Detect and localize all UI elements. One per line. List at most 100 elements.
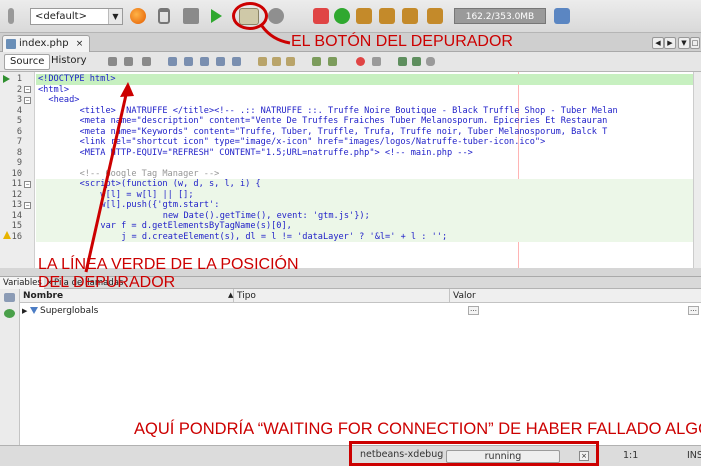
code-line[interactable]: <!-- Google Tag Manager --> xyxy=(36,169,693,180)
stop-macro-icon[interactable] xyxy=(372,57,381,66)
find-icon[interactable] xyxy=(168,57,177,66)
line-number[interactable]: 2 xyxy=(0,85,22,96)
type-edit-button[interactable]: … xyxy=(468,306,479,315)
code-line[interactable]: <title> NATRUFFE </title><!-- .:: NATRUF… xyxy=(36,106,693,117)
continue-icon[interactable] xyxy=(334,8,350,24)
col-type[interactable]: Tipo xyxy=(234,289,450,303)
code-text: w[l] = w[l] || []; xyxy=(100,189,194,200)
code-line[interactable]: w[l] = w[l] || []; xyxy=(36,189,693,200)
find-prev-icon[interactable] xyxy=(184,57,193,66)
code-line[interactable]: <html> xyxy=(36,85,693,96)
uncomment-icon[interactable] xyxy=(412,57,421,66)
toggle-bookmark-icon[interactable] xyxy=(286,57,295,66)
memory-indicator[interactable]: 162.2/353.0MB xyxy=(454,8,546,24)
line-number-gutter[interactable]: 1 2−3−4 5 6 7 8 9 10 11−12 13−14 15 16 xyxy=(0,72,35,268)
code-line[interactable]: <META HTTP-EQUIV="REFRESH" CONTENT="1.5;… xyxy=(36,148,693,159)
filter-icon[interactable] xyxy=(4,293,15,302)
find-next-icon[interactable] xyxy=(200,57,209,66)
fold-toggle-icon[interactable]: − xyxy=(24,201,31,209)
code-line[interactable]: <head> xyxy=(36,95,693,106)
code-text: <!DOCTYPE html> xyxy=(38,74,116,84)
gc-icon[interactable] xyxy=(554,8,570,24)
run-icon[interactable] xyxy=(211,9,222,23)
code-line[interactable]: w[l].push({'gtm.start': xyxy=(36,200,693,211)
fold-toggle-icon[interactable]: − xyxy=(24,86,31,93)
chevron-down-icon[interactable]: ▼ xyxy=(108,9,122,24)
code-line[interactable]: var f = d.getElementsByTagName(s)[0], xyxy=(36,221,693,232)
app-icon xyxy=(8,8,14,24)
editor-toolbar: Source History xyxy=(0,52,701,72)
line-number[interactable]: 10 xyxy=(0,169,22,180)
comment-icon[interactable] xyxy=(398,57,407,66)
editor-scrollbar[interactable] xyxy=(693,72,701,268)
last-edit-icon[interactable] xyxy=(108,57,117,66)
record-macro-icon[interactable] xyxy=(356,57,365,66)
watch-icon[interactable] xyxy=(4,309,15,318)
col-value[interactable]: Valor xyxy=(450,289,701,303)
code-line[interactable]: <script>(function (w, d, s, l, i) { xyxy=(36,179,693,190)
back-icon[interactable] xyxy=(124,57,133,66)
shift-right-icon[interactable] xyxy=(328,57,337,66)
line-number[interactable]: 13 xyxy=(0,200,22,211)
tab-list-icon[interactable]: ▼ xyxy=(678,37,690,49)
db-icon[interactable] xyxy=(426,57,435,66)
fold-toggle-icon[interactable]: − xyxy=(24,180,31,188)
scroll-left-icon[interactable]: ◀ xyxy=(652,37,664,49)
stop-icon[interactable] xyxy=(313,8,329,24)
code-text: <meta name="description" content="Vente … xyxy=(79,116,608,126)
code-line[interactable]: <meta name="description" content="Vente … xyxy=(36,116,693,127)
tab-source[interactable]: Source xyxy=(4,54,51,70)
table-row[interactable]: ▶ Superglobals … … xyxy=(20,304,701,318)
line-number[interactable]: 3 xyxy=(0,95,22,106)
line-number[interactable]: 14 xyxy=(0,211,22,222)
code-line[interactable]: <meta name="Keywords" content="Truffe, T… xyxy=(36,127,693,138)
line-number[interactable]: 5 xyxy=(0,116,22,127)
next-bookmark-icon[interactable] xyxy=(272,57,281,66)
step-over-icon[interactable] xyxy=(356,8,372,24)
code-line[interactable]: <link rel="shortcut icon" type="image/x-… xyxy=(36,137,693,148)
expand-icon[interactable]: ▶ xyxy=(22,304,27,318)
current-debug-line[interactable]: <!DOCTYPE html> xyxy=(36,74,693,85)
maximize-icon[interactable]: □ xyxy=(690,37,700,49)
prev-bookmark-icon[interactable] xyxy=(258,57,267,66)
line-number[interactable]: 8 xyxy=(0,148,22,159)
step-out-icon[interactable] xyxy=(402,8,418,24)
close-icon[interactable]: × xyxy=(76,39,84,49)
run-to-cursor-icon[interactable] xyxy=(427,8,443,24)
file-tab-index-php[interactable]: index.php × xyxy=(2,35,90,52)
caret-position: 1:1 xyxy=(623,450,639,461)
code-line[interactable] xyxy=(36,158,693,169)
profile-icon[interactable] xyxy=(268,8,284,24)
line-number[interactable]: 9 xyxy=(0,158,22,169)
shift-left-icon[interactable] xyxy=(312,57,321,66)
annotation-green-line-1: LA LÍNEA VERDE DE LA POSICIÓN xyxy=(38,256,299,273)
line-number[interactable]: 4 xyxy=(0,106,22,117)
code-text: <META HTTP-EQUIV="REFRESH" CONTENT="1.5;… xyxy=(79,147,473,158)
line-number[interactable]: 15 xyxy=(0,221,22,232)
code-text: j = d.createElement(s), dl = l != 'dataL… xyxy=(121,231,448,242)
variables-side-toolbar xyxy=(0,289,20,446)
line-number[interactable]: 6 xyxy=(0,127,22,138)
line-number[interactable]: 7 xyxy=(0,137,22,148)
toggle-highlight-icon[interactable] xyxy=(216,57,225,66)
warning-icon[interactable] xyxy=(3,231,11,239)
code-line[interactable]: new Date().getTime(), event: 'gtm.js'}); xyxy=(36,210,693,221)
browser-icon[interactable] xyxy=(130,8,146,24)
line-number[interactable]: 12 xyxy=(0,190,22,201)
code-text: w[l].push({'gtm.start': xyxy=(100,200,220,210)
step-into-icon[interactable] xyxy=(379,8,395,24)
value-edit-button[interactable]: … xyxy=(688,306,699,315)
code-line[interactable]: j = d.createElement(s), dl = l != 'dataL… xyxy=(36,231,693,242)
fold-toggle-icon[interactable]: − xyxy=(24,96,31,104)
tab-history[interactable]: History xyxy=(46,54,92,70)
build-icon[interactable] xyxy=(183,8,199,24)
config-select[interactable]: <default> ▼ xyxy=(30,8,123,25)
sort-icon[interactable]: ▲ xyxy=(228,291,233,299)
rect-select-icon[interactable] xyxy=(232,57,241,66)
code-editor[interactable]: 1 2−3−4 5 6 7 8 9 10 11−12 13−14 15 16 <!DOCTYPE ht… xyxy=(0,72,701,268)
line-number[interactable]: 11 xyxy=(0,179,22,190)
code-text: new Date().getTime(), event: 'gtm.js'}); xyxy=(162,210,370,221)
scroll-right-icon[interactable]: ▶ xyxy=(664,37,676,49)
clean-build-icon[interactable] xyxy=(158,8,170,24)
forward-icon[interactable] xyxy=(142,57,151,66)
